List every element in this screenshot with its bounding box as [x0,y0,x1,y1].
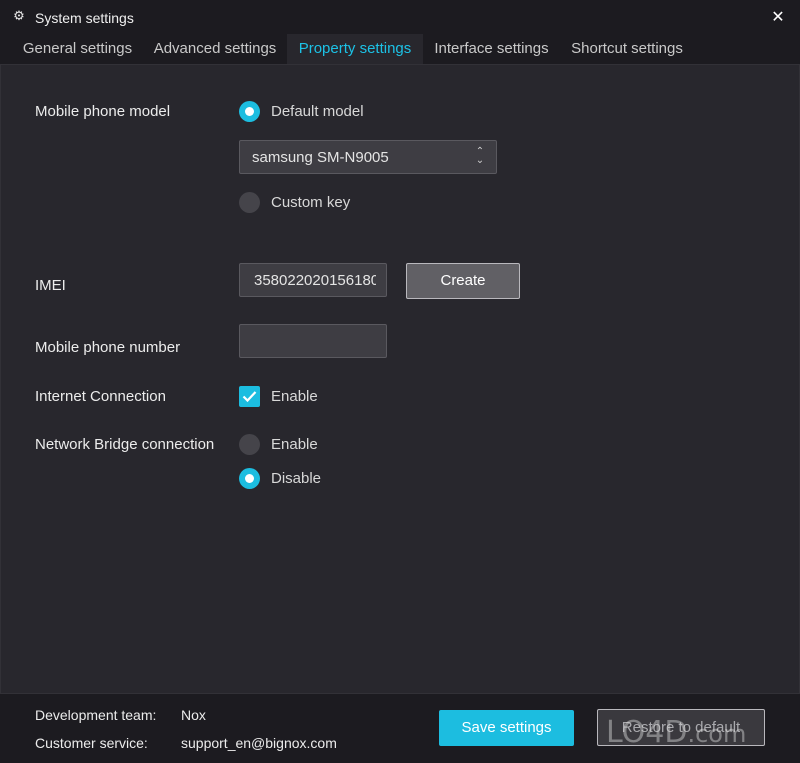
footer: Development team: Nox Customer service: … [0,694,800,763]
phone-model-select[interactable]: samsung SM-N9005 ⌃ ⌄ [239,140,497,174]
bridge-disable-label[interactable]: Disable [271,470,321,487]
close-icon[interactable]: ✕ [768,8,788,28]
tab-interface-settings[interactable]: Interface settings [423,34,560,64]
tab-property-settings[interactable]: Property settings [287,34,423,64]
imei-label: IMEI [35,277,66,294]
custom-key-option-label[interactable]: Custom key [271,194,350,211]
custom-key-radio[interactable] [239,192,260,213]
development-team-label: Development team: [35,707,157,723]
mobile-phone-number-label: Mobile phone number [35,339,181,356]
tab-bar: General settings Advanced settings Prope… [0,34,800,64]
default-model-radio[interactable] [239,101,260,122]
create-imei-button[interactable]: Create [406,263,520,299]
imei-input[interactable] [239,263,387,297]
internet-enable-checkbox[interactable] [239,386,260,407]
tab-general-settings[interactable]: General settings [12,34,143,64]
tab-advanced-settings[interactable]: Advanced settings [143,34,287,64]
window-title: System settings [35,10,134,26]
customer-service-label: Customer service: [35,735,148,751]
bridge-enable-label[interactable]: Enable [271,436,318,453]
internet-enable-label[interactable]: Enable [271,388,318,405]
bridge-enable-radio[interactable] [239,434,260,455]
default-model-option-label[interactable]: Default model [271,103,364,120]
customer-service-email[interactable]: support_en@bignox.com [181,735,337,751]
tab-shortcut-settings[interactable]: Shortcut settings [560,34,694,64]
phone-model-value: samsung SM-N9005 [252,149,389,166]
gear-icon: ⚙ [13,8,25,23]
mobile-phone-model-label: Mobile phone model [35,103,171,120]
bridge-disable-radio[interactable] [239,468,260,489]
title-bar: ⚙ System settings ✕ [0,0,800,34]
network-bridge-label: Network Bridge connection [35,436,215,453]
save-settings-button[interactable]: Save settings [439,710,574,746]
mobile-phone-number-input[interactable] [239,324,387,358]
checkmark-icon [242,391,257,403]
development-team-value: Nox [181,707,206,723]
chevron-up-down-icon: ⌃ ⌄ [475,146,485,166]
restore-default-button[interactable]: Restore to default [597,709,765,746]
internet-connection-label: Internet Connection [35,388,166,405]
